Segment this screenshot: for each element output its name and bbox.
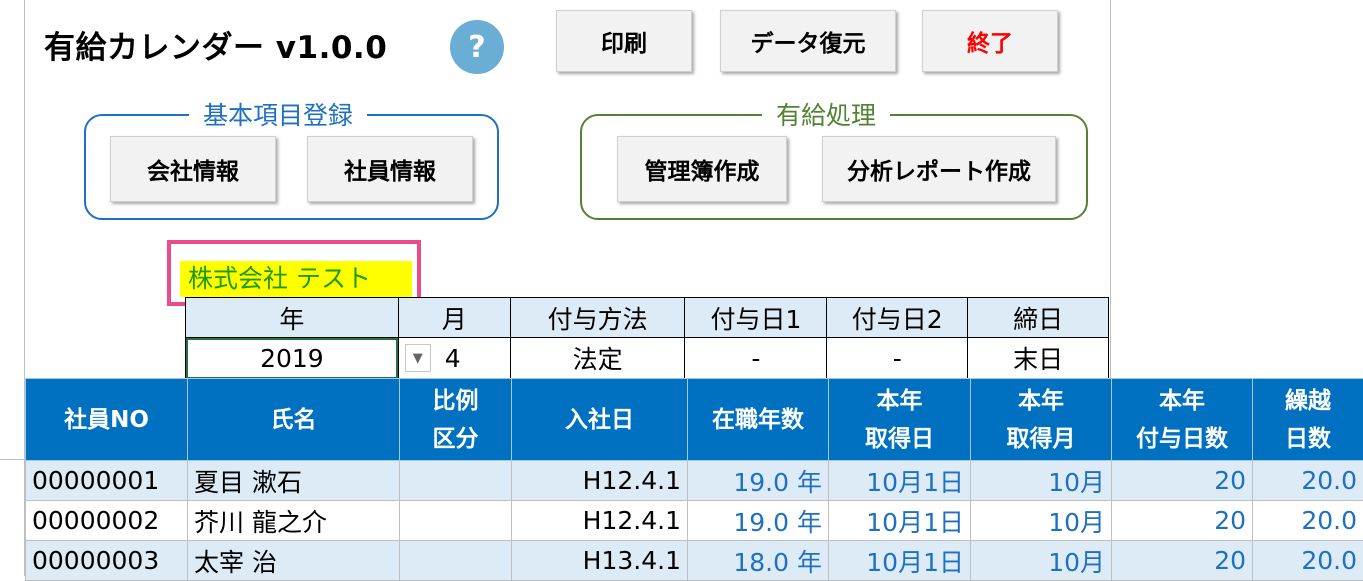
cell-hire-date[interactable]: H12.4.1 <box>512 501 688 541</box>
cell-got-month[interactable]: 10月 <box>971 501 1112 541</box>
cell-hire-date[interactable]: H13.4.1 <box>512 541 688 581</box>
create-ledger-button[interactable]: 管理簿作成 <box>617 136 787 202</box>
param-header-grant-date2: 付与日2 <box>827 298 968 338</box>
col-header-got-month: 本年取得月 <box>971 379 1112 461</box>
cell-got-date[interactable]: 10月1日 <box>829 501 971 541</box>
cell-years[interactable]: 19.0 年 <box>688 501 829 541</box>
col-header-name: 氏名 <box>188 379 400 461</box>
col-header-ratio: 比例区分 <box>400 379 512 461</box>
month-value: 4 <box>445 344 461 373</box>
employee-table: 社員NO 氏名 比例区分 入社日 在職年数 本年取得日 本年取得月 本年付与日数… <box>25 378 1363 581</box>
closing-cell[interactable]: 末日 <box>968 338 1109 379</box>
app-title: 有給カレンダー v1.0.0 <box>44 22 387 67</box>
exit-button[interactable]: 終了 <box>922 10 1058 72</box>
basic-items-group-label: 基本項目登録 <box>189 96 367 132</box>
parameters-table: 年 月 付与方法 付与日1 付与日2 締日 2019 ▼ 4 法定 - - 末日 <box>185 297 1109 379</box>
grant-date1-cell[interactable]: - <box>685 338 827 379</box>
cell-got-date[interactable]: 10月1日 <box>829 461 971 501</box>
create-report-button[interactable]: 分析レポート作成 <box>822 136 1056 202</box>
col-header-hire-date: 入社日 <box>512 379 688 461</box>
cell-grant-days[interactable]: 20 <box>1112 461 1253 501</box>
col-header-employee-no: 社員NO <box>26 379 188 461</box>
employee-info-button[interactable]: 社員情報 <box>307 136 473 202</box>
grant-date2-cell[interactable]: - <box>827 338 968 379</box>
print-button[interactable]: 印刷 <box>556 10 692 72</box>
cell-got-month[interactable]: 10月 <box>971 461 1112 501</box>
param-header-closing: 締日 <box>968 298 1109 338</box>
param-header-method: 付与方法 <box>510 298 685 338</box>
param-header-year: 年 <box>186 298 399 338</box>
cell-employee-no[interactable]: 00000001 <box>26 461 188 501</box>
cell-ratio[interactable] <box>400 461 512 501</box>
cell-name[interactable]: 夏目 漱石 <box>188 461 400 501</box>
param-header-grant-date1: 付与日1 <box>685 298 827 338</box>
cell-years[interactable]: 18.0 年 <box>688 541 829 581</box>
year-value: 2019 <box>260 344 324 373</box>
cell-carry-days[interactable]: 20.0 <box>1253 541 1363 581</box>
paid-leave-group-label: 有給処理 <box>762 96 890 132</box>
company-name: 株式会社 テスト <box>180 261 412 297</box>
sheet-right-border <box>1110 0 1111 378</box>
table-row: 00000003 太宰 治 H13.4.1 18.0 年 10月1日 10月 2… <box>26 541 1363 581</box>
col-header-carry-days: 繰越日数 <box>1253 379 1363 461</box>
col-header-grant-days: 本年付与日数 <box>1112 379 1253 461</box>
cell-carry-days[interactable]: 20.0 <box>1253 501 1363 541</box>
dropdown-arrow-icon[interactable]: ▼ <box>405 344 431 372</box>
param-header-month: 月 <box>398 298 510 338</box>
restore-data-button[interactable]: データ復元 <box>720 10 896 72</box>
col-header-years: 在職年数 <box>688 379 829 461</box>
table-row: 00000002 芥川 龍之介 H12.4.1 19.0 年 10月1日 10月… <box>26 501 1363 541</box>
cell-years[interactable]: 19.0 年 <box>688 461 829 501</box>
table-row: 00000001 夏目 漱石 H12.4.1 19.0 年 10月1日 10月 … <box>26 461 1363 501</box>
cell-ratio[interactable] <box>400 501 512 541</box>
row-header-line <box>0 459 25 460</box>
cell-grant-days[interactable]: 20 <box>1112 541 1253 581</box>
cell-hire-date[interactable]: H12.4.1 <box>512 461 688 501</box>
cell-ratio[interactable] <box>400 541 512 581</box>
cell-employee-no[interactable]: 00000003 <box>26 541 188 581</box>
cell-employee-no[interactable]: 00000002 <box>26 501 188 541</box>
help-icon[interactable]: ? <box>450 20 504 74</box>
col-header-got-date: 本年取得日 <box>829 379 971 461</box>
cell-grant-days[interactable]: 20 <box>1112 501 1253 541</box>
cell-carry-days[interactable]: 20.0 <box>1253 461 1363 501</box>
cell-got-month[interactable]: 10月 <box>971 541 1112 581</box>
cell-name[interactable]: 芥川 龍之介 <box>188 501 400 541</box>
method-cell[interactable]: 法定 <box>510 338 685 379</box>
cell-name[interactable]: 太宰 治 <box>188 541 400 581</box>
cell-got-date[interactable]: 10月1日 <box>829 541 971 581</box>
company-info-button[interactable]: 会社情報 <box>110 136 276 202</box>
year-cell[interactable]: 2019 ▼ <box>186 338 399 379</box>
